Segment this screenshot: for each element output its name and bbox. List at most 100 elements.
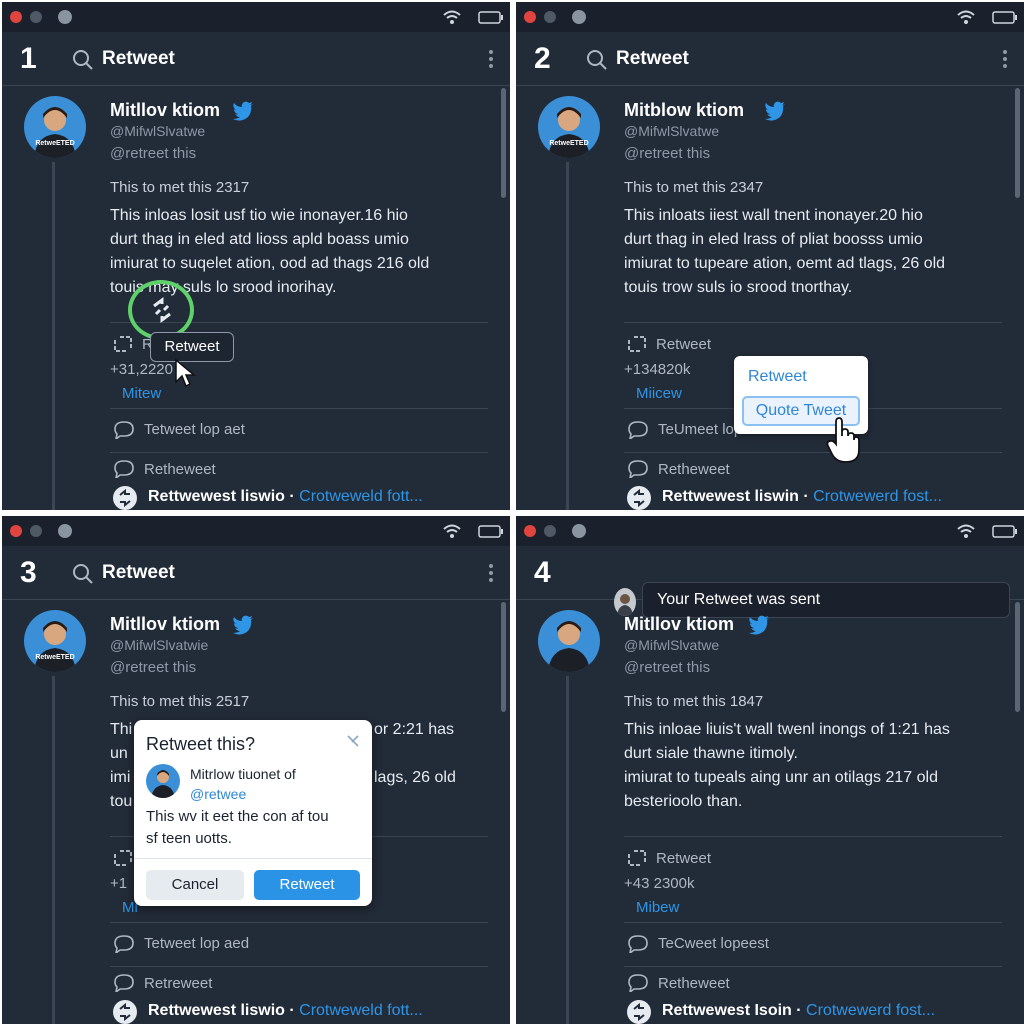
tweet-meta: This to met this 2317: [110, 179, 250, 196]
author-name[interactable]: Mitllov ktiom: [110, 100, 220, 121]
avatar: [146, 764, 180, 798]
avatar[interactable]: [538, 610, 600, 672]
divider: [110, 408, 488, 409]
menu-item-retweet[interactable]: Retweet: [748, 368, 807, 386]
dialog-title: Retweet this?: [146, 734, 256, 754]
reply-icon[interactable]: [114, 460, 134, 478]
app-header: 1 Retweet: [2, 32, 510, 86]
retweet-icon[interactable]: [626, 334, 648, 354]
footer-link[interactable]: Crotwewerd fost...: [806, 1002, 935, 1019]
maximize-window-button[interactable]: [572, 10, 586, 24]
step-panel-1: 1 Retweet RetweETED Mitllov ktiom @Mifwl…: [2, 2, 510, 510]
more-options-icon[interactable]: [488, 48, 494, 70]
avatar-caption: RetweETED: [549, 140, 589, 147]
action-row-label[interactable]: Retheweet: [658, 975, 730, 992]
reply-icon[interactable]: [114, 421, 134, 439]
view-link[interactable]: Miicew: [636, 385, 682, 402]
minimize-window-button[interactable]: [544, 525, 556, 537]
close-icon[interactable]: [346, 734, 360, 748]
close-window-button[interactable]: [524, 525, 536, 537]
close-window-button[interactable]: [10, 525, 22, 537]
cancel-button[interactable]: Cancel: [146, 870, 244, 900]
action-row-label[interactable]: TeCweet lopeest: [658, 935, 769, 952]
reply-icon[interactable]: [628, 460, 648, 478]
divider: [624, 322, 1002, 323]
action-row-label[interactable]: Retheweet: [658, 461, 730, 478]
avatar[interactable]: [24, 610, 86, 672]
retweet-label[interactable]: Retweet: [656, 850, 711, 867]
footer-line: Rettwewest liswio · Crotweweld fott...: [148, 1002, 423, 1019]
search-icon[interactable]: [586, 49, 608, 71]
retweet-circle-icon[interactable]: [626, 999, 652, 1024]
footer-line: Rettwewest Isoin · Crotwewerd fost...: [662, 1002, 935, 1019]
footer-link[interactable]: Crotweweld fott...: [299, 1002, 423, 1019]
footer-link[interactable]: Crotwewerd fost...: [813, 488, 942, 505]
dialog-user-name: Mitrlow tiuonet of: [190, 766, 296, 782]
maximize-window-button[interactable]: [58, 10, 72, 24]
bird-icon: [233, 101, 253, 121]
thread-line: [566, 162, 569, 510]
divider: [110, 966, 488, 967]
scrollbar[interactable]: [1015, 602, 1020, 712]
tweet-meta: This to met this 1847: [624, 693, 764, 710]
view-link[interactable]: Mitew: [122, 385, 161, 402]
search-icon[interactable]: [72, 49, 94, 71]
header-title: Retweet: [102, 48, 175, 69]
reply-icon[interactable]: [114, 974, 134, 992]
action-row-label[interactable]: Tetweet lop aet: [144, 421, 245, 438]
footer-link[interactable]: Crotweweld fott...: [299, 488, 423, 505]
minimize-window-button[interactable]: [30, 525, 42, 537]
retweet-circle-icon[interactable]: [112, 999, 138, 1024]
scrollbar[interactable]: [1015, 88, 1020, 198]
minimize-window-button[interactable]: [30, 11, 42, 23]
maximize-window-button[interactable]: [58, 524, 72, 538]
action-row-label[interactable]: Tetweet lop aed: [144, 935, 249, 952]
cursor-arrow-icon: [175, 358, 196, 388]
window-titlebar: [516, 2, 1024, 32]
search-icon[interactable]: [72, 563, 94, 585]
reply-icon[interactable]: [628, 421, 648, 439]
close-window-button[interactable]: [524, 11, 536, 23]
confirm-retweet-button[interactable]: Retweet: [254, 870, 360, 900]
scrollbar[interactable]: [501, 88, 506, 198]
action-row-label[interactable]: Retheweet: [144, 461, 216, 478]
action-row-label[interactable]: Retreweet: [144, 975, 212, 992]
avatar[interactable]: [538, 96, 600, 158]
more-options-icon[interactable]: [1002, 48, 1008, 70]
reply-icon[interactable]: [628, 935, 648, 953]
divider: [624, 922, 1002, 923]
tweet-body-line: or 2:21 has: [374, 721, 455, 738]
retweet-icon[interactable]: [112, 848, 134, 868]
minimize-window-button[interactable]: [544, 11, 556, 23]
view-link[interactable]: Mibew: [636, 899, 679, 916]
dialog-tweet-text: sf teen uotts.: [146, 830, 232, 847]
close-window-button[interactable]: [10, 11, 22, 23]
retweet-label[interactable]: Retweet: [656, 336, 711, 353]
window-titlebar: [2, 516, 510, 546]
avatar[interactable]: [24, 96, 86, 158]
author-name[interactable]: Mitllov ktiom: [110, 614, 220, 635]
divider: [624, 452, 1002, 453]
retweet-circle-icon[interactable]: [112, 485, 138, 510]
wifi-icon: [957, 10, 975, 24]
author-name[interactable]: Mitblow ktiom: [624, 100, 744, 121]
step-number: 4: [534, 556, 551, 589]
retweet-count: +43 2300k: [624, 875, 695, 892]
retweet-icon[interactable]: [148, 296, 176, 324]
dialog-tweet-text: This wv it eet the con af tou: [146, 808, 329, 825]
retweet-icon[interactable]: [626, 848, 648, 868]
reply-icon[interactable]: [628, 974, 648, 992]
reply-icon[interactable]: [114, 935, 134, 953]
tweet-body-line: lags, 26 old: [374, 769, 456, 786]
retweet-circle-icon[interactable]: [626, 485, 652, 510]
retweet-icon[interactable]: [112, 334, 134, 354]
more-options-icon[interactable]: [488, 562, 494, 584]
thread-line: [52, 676, 55, 1024]
maximize-window-button[interactable]: [572, 524, 586, 538]
footer-line: Rettwewest liswin · Crotwewerd fost...: [662, 488, 943, 505]
tweet-body-line: durt thag in eled lrass of pliat boosss …: [624, 231, 923, 248]
scrollbar[interactable]: [501, 602, 506, 712]
app-header: 3 Retweet: [2, 546, 510, 600]
author-name[interactable]: Mitllov ktiom: [624, 614, 734, 635]
tweet-body-line: This inloae liuis't wall twenl inongs of…: [624, 721, 950, 738]
